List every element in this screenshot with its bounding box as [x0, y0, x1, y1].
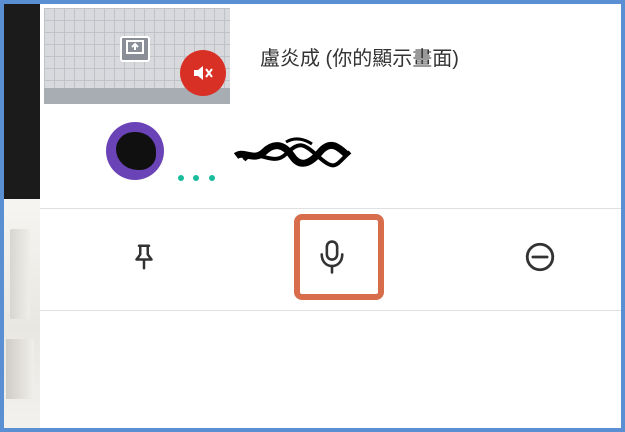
pin-button[interactable]: [104, 217, 184, 297]
redacted-name-scribble: [234, 137, 352, 168]
muted-badge: [180, 50, 226, 96]
present-screen-icon: [120, 36, 150, 62]
background-shade: [10, 229, 30, 319]
avatar: [106, 122, 164, 180]
minus-circle-icon: [525, 242, 555, 272]
pin-icon: [135, 244, 153, 270]
speaker-off-icon: [194, 66, 213, 80]
speaking-dot: [208, 175, 215, 181]
avatar-redaction: [116, 132, 156, 170]
divider: [40, 310, 621, 311]
background-dark-area: [4, 4, 40, 199]
video-thumbnail: [44, 8, 230, 104]
speaking-dot: [193, 175, 200, 181]
background-paper-area: [4, 199, 40, 428]
microphone-highlight-box: [294, 214, 384, 300]
remove-button[interactable]: [500, 217, 580, 297]
participant-row-other[interactable]: [40, 104, 621, 208]
background-shade: [6, 339, 34, 399]
background-page-strip: [4, 4, 40, 428]
participant-row-self[interactable]: 盧炎成 (你的顯示畫面): [40, 4, 621, 104]
window-frame: 盧炎成 (你的顯示畫面): [0, 0, 625, 432]
participants-panel: 盧炎成 (你的顯示畫面): [40, 4, 621, 428]
participant-name: 盧炎成 (你的顯示畫面): [260, 48, 459, 70]
speaking-dot: [178, 175, 184, 181]
speaking-indicator: [178, 168, 220, 186]
